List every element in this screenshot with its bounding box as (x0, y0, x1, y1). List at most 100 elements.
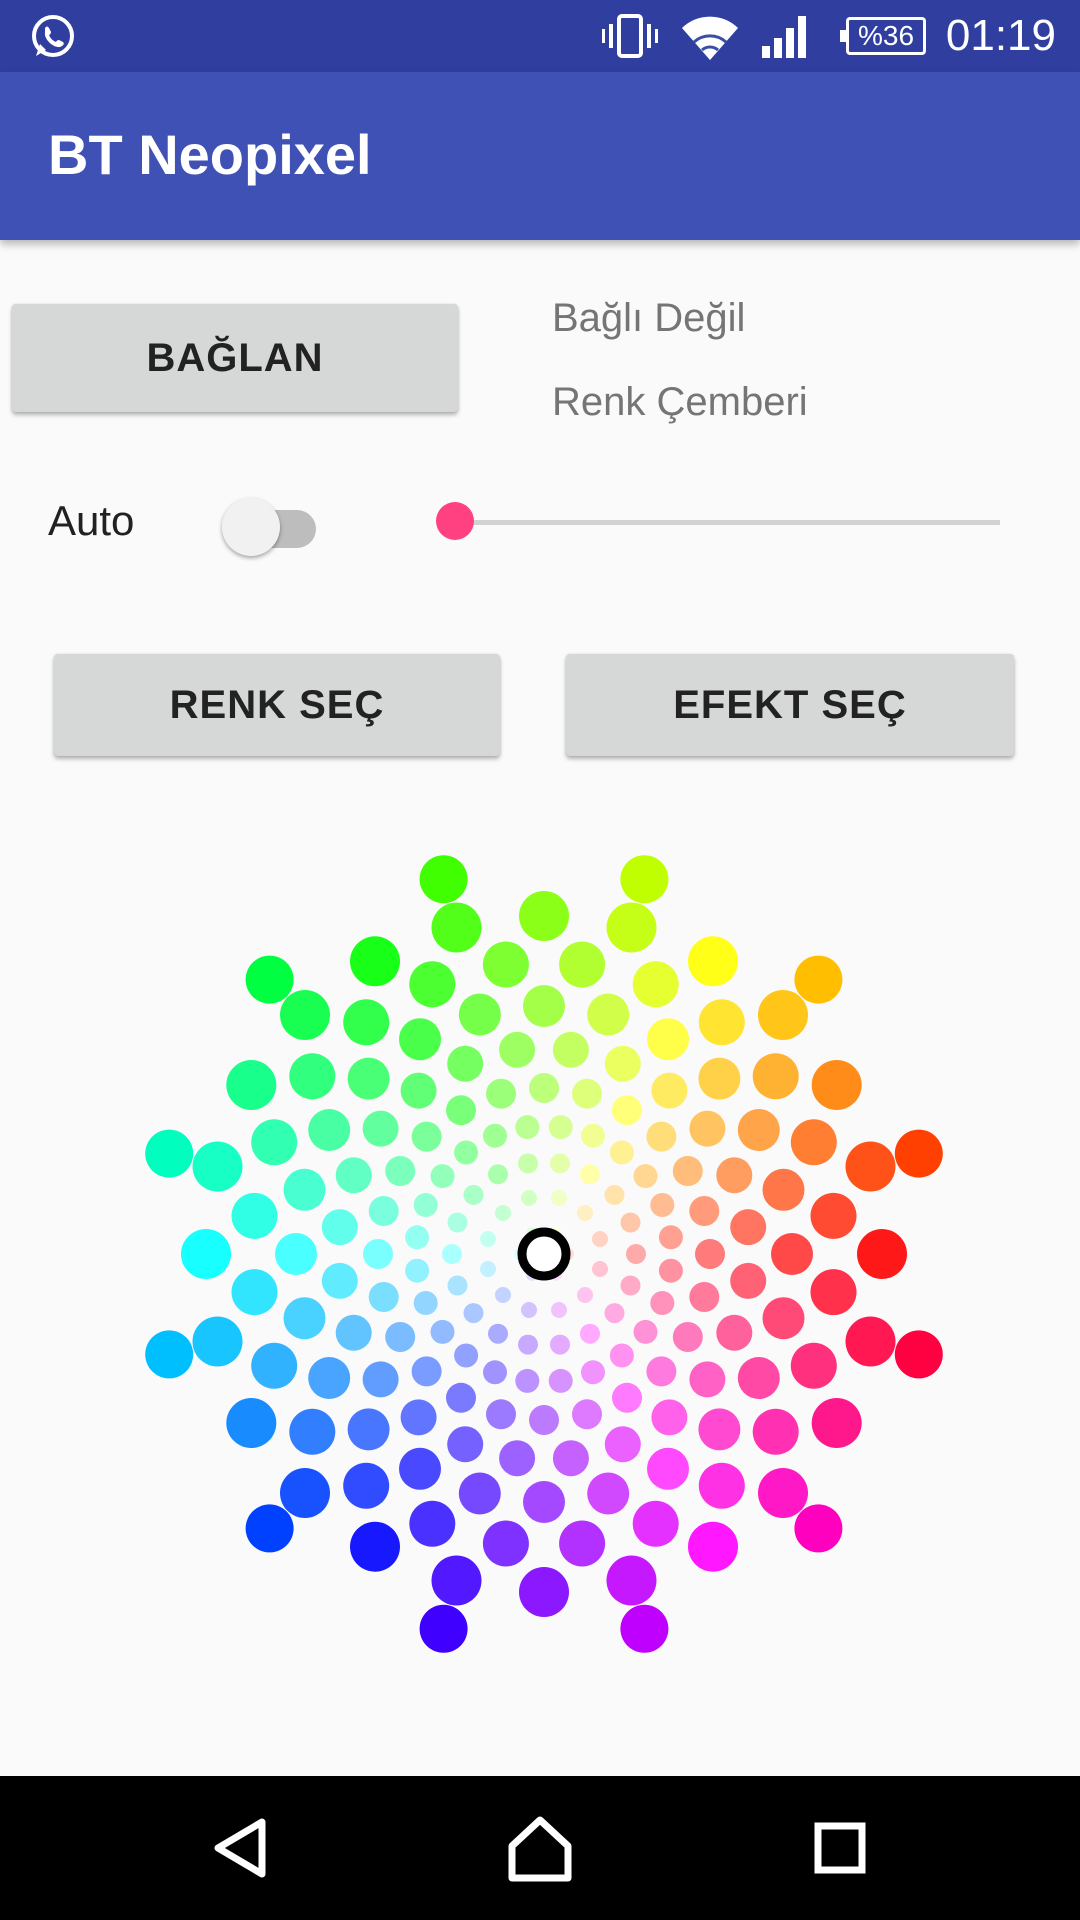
color-dot[interactable] (550, 1334, 570, 1355)
color-dot[interactable] (231, 1192, 278, 1239)
color-dot[interactable] (458, 993, 501, 1036)
color-dot[interactable] (548, 1368, 573, 1393)
color-dot[interactable] (689, 1196, 720, 1226)
color-dot[interactable] (245, 1504, 294, 1553)
color-dot[interactable] (519, 891, 569, 941)
color-dot[interactable] (658, 1258, 683, 1283)
color-dot[interactable] (737, 1109, 780, 1151)
color-dot[interactable] (400, 1072, 437, 1109)
color-dot[interactable] (343, 1462, 390, 1509)
color-dot[interactable] (689, 1110, 726, 1147)
color-dot[interactable] (446, 1095, 476, 1126)
color-dot[interactable] (651, 1399, 688, 1436)
color-dot[interactable] (280, 990, 330, 1040)
color-dot[interactable] (368, 1196, 399, 1226)
color-dot[interactable] (486, 1399, 516, 1430)
color-dot[interactable] (463, 1184, 484, 1205)
color-dot[interactable] (730, 1209, 767, 1246)
color-dot[interactable] (343, 999, 390, 1046)
color-dot[interactable] (752, 1408, 799, 1455)
color-dot[interactable] (650, 1291, 675, 1315)
color-dot[interactable] (192, 1316, 243, 1367)
color-dot[interactable] (606, 902, 657, 953)
color-dot[interactable] (419, 1604, 468, 1653)
color-dot[interactable] (321, 1209, 358, 1246)
color-dot[interactable] (810, 1192, 857, 1239)
color-dot[interactable] (810, 1269, 857, 1316)
color-dot[interactable] (577, 1205, 593, 1221)
color-dot[interactable] (790, 1342, 837, 1389)
color-dot[interactable] (592, 1231, 608, 1247)
color-dot[interactable] (857, 1229, 907, 1279)
color-dot[interactable] (192, 1141, 243, 1192)
color-dot[interactable] (604, 1184, 625, 1205)
color-dot[interactable] (499, 1031, 536, 1068)
color-dot[interactable] (551, 1190, 567, 1206)
color-dot[interactable] (752, 1053, 799, 1100)
color-dot[interactable] (419, 855, 468, 904)
color-dot[interactable] (413, 1291, 438, 1315)
color-dot[interactable] (411, 1356, 442, 1387)
color-dot[interactable] (612, 1382, 642, 1413)
color-dot[interactable] (442, 1244, 462, 1264)
color-dot[interactable] (363, 1239, 393, 1269)
color-dot[interactable] (523, 1481, 565, 1523)
color-dot[interactable] (181, 1229, 231, 1279)
color-dot[interactable] (521, 1302, 537, 1318)
recents-icon[interactable] (790, 1798, 890, 1898)
color-dot[interactable] (454, 1140, 479, 1165)
color-dot[interactable] (518, 1334, 538, 1355)
color-dot[interactable] (572, 1078, 602, 1109)
home-icon[interactable] (490, 1798, 590, 1898)
color-dot[interactable] (245, 955, 294, 1004)
color-dot[interactable] (347, 1057, 390, 1100)
color-dot[interactable] (894, 1330, 943, 1379)
color-dot[interactable] (289, 1053, 336, 1100)
color-dot[interactable] (521, 1190, 537, 1206)
color-dot[interactable] (689, 1361, 726, 1398)
color-dot[interactable] (405, 1225, 430, 1250)
color-dot[interactable] (646, 1356, 677, 1387)
color-dot[interactable] (226, 1060, 277, 1110)
color-dot[interactable] (620, 1275, 641, 1296)
color-dot[interactable] (280, 1468, 330, 1518)
color-dot[interactable] (385, 1156, 416, 1186)
color-dot[interactable] (145, 1129, 194, 1178)
color-dot[interactable] (251, 1119, 298, 1166)
color-dot[interactable] (411, 1121, 442, 1152)
color-dot[interactable] (698, 999, 745, 1046)
color-dot[interactable] (647, 1018, 689, 1061)
color-dot[interactable] (581, 1360, 605, 1385)
color-dot[interactable] (620, 1212, 641, 1233)
color-dot[interactable] (609, 1140, 634, 1165)
color-dot[interactable] (612, 1095, 642, 1126)
color-dot[interactable] (350, 1521, 400, 1572)
color-dot[interactable] (529, 1073, 559, 1103)
color-dot[interactable] (385, 1322, 416, 1352)
color-dot[interactable] (716, 1314, 753, 1351)
color-dot[interactable] (482, 941, 529, 988)
color-dot[interactable] (482, 1520, 529, 1567)
color-dot[interactable] (730, 1262, 767, 1299)
color-dot[interactable] (771, 1233, 813, 1275)
color-dot[interactable] (335, 1314, 372, 1351)
back-icon[interactable] (190, 1798, 290, 1898)
color-dot[interactable] (811, 1060, 862, 1110)
color-dot[interactable] (463, 1303, 484, 1324)
color-dot[interactable] (604, 1426, 641, 1463)
color-dot[interactable] (552, 1440, 589, 1477)
color-dot[interactable] (447, 1212, 468, 1233)
color-dot[interactable] (231, 1269, 278, 1316)
color-dot[interactable] (519, 1567, 569, 1617)
color-dot[interactable] (559, 941, 606, 988)
color-dot[interactable] (447, 1426, 484, 1463)
color-dot[interactable] (446, 1382, 476, 1413)
color-dot[interactable] (689, 1282, 720, 1312)
color-dot[interactable] (399, 1018, 441, 1061)
color-dot[interactable] (308, 1109, 351, 1151)
color-dot[interactable] (480, 1261, 496, 1277)
color-dot[interactable] (488, 1164, 508, 1185)
color-dot[interactable] (646, 1121, 677, 1152)
color-dot[interactable] (226, 1398, 277, 1448)
color-dot[interactable] (548, 1115, 573, 1140)
